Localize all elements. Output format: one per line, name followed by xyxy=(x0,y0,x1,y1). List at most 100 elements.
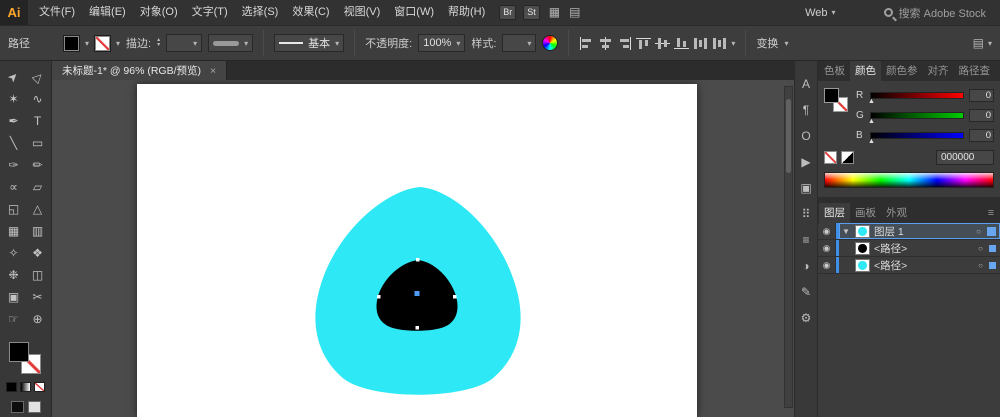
color-spectrum-bar[interactable] xyxy=(824,172,994,188)
none-swatch[interactable] xyxy=(824,151,837,164)
panel-menu-icon[interactable]: ≡ xyxy=(983,207,999,219)
menu-object[interactable]: 对象(O) xyxy=(133,0,185,25)
red-slider[interactable]: ▲ xyxy=(868,92,964,105)
style-dropdown[interactable]: ▾ xyxy=(502,34,537,52)
line-segment-tool[interactable]: ╲ xyxy=(2,132,26,154)
stroke-color-swatch[interactable] xyxy=(94,34,112,52)
menu-type[interactable]: 文字(T) xyxy=(185,0,235,25)
opentype-panel-icon[interactable]: O xyxy=(794,123,818,149)
arrange-documents-icon[interactable]: ▦ xyxy=(549,0,560,25)
fill-color-swatch[interactable] xyxy=(63,34,80,52)
align-horizontal-center-icon[interactable] xyxy=(598,36,613,50)
target-circle-icon[interactable]: ○ xyxy=(976,227,981,236)
direct-selection-tool[interactable]: ▷ xyxy=(26,66,50,88)
layer-row-layer1[interactable]: ◉ ▼ 图层 1 ○ xyxy=(818,223,1000,240)
eyedropper-tool[interactable]: ✧ xyxy=(2,242,26,264)
anchor-point-right[interactable] xyxy=(453,295,457,299)
free-transform-tool[interactable]: ▱ xyxy=(26,176,50,198)
slice-tool[interactable]: ✂ xyxy=(26,286,50,308)
rectangle-tool[interactable]: ▭ xyxy=(26,132,50,154)
tab-color-guide[interactable]: 颜色参 xyxy=(881,61,923,81)
fill-swatch[interactable] xyxy=(8,342,29,362)
layer-row-content[interactable]: <路径> ○ xyxy=(839,240,1000,256)
green-slider[interactable]: ▲ xyxy=(868,112,964,125)
none-button[interactable] xyxy=(34,382,45,392)
transparency-panel-icon[interactable]: ◑ xyxy=(794,253,818,279)
width-profile-dropdown[interactable]: ▾ xyxy=(208,34,254,52)
align-vertical-center-icon[interactable] xyxy=(655,37,671,50)
black-white-swatch[interactable] xyxy=(841,151,854,164)
paintbrush-tool[interactable]: ✑ xyxy=(2,154,26,176)
stock-button[interactable]: St xyxy=(523,5,540,20)
distribute-horizontal-icon[interactable] xyxy=(693,37,708,50)
fill-chevron-icon[interactable]: ▾ xyxy=(85,39,89,48)
align-left-icon[interactable] xyxy=(579,36,594,50)
pen-tool[interactable]: ✒ xyxy=(2,110,26,132)
fill-swatch[interactable] xyxy=(824,88,839,103)
align-options-chevron-icon[interactable]: ▾ xyxy=(731,39,735,48)
actions-panel-icon[interactable]: ▶ xyxy=(794,149,818,175)
blend-tool[interactable]: ❖ xyxy=(26,242,50,264)
tab-align[interactable]: 对齐 xyxy=(923,61,954,81)
anchor-point-top[interactable] xyxy=(416,258,420,262)
scrollbar-thumb[interactable] xyxy=(786,99,791,173)
align-bottom-icon[interactable] xyxy=(674,37,690,50)
target-circle-icon[interactable]: ○ xyxy=(978,261,983,270)
panel-options-icon[interactable]: ▤ xyxy=(973,31,984,56)
lasso-tool[interactable]: ∿ xyxy=(26,88,50,110)
layer-name[interactable]: 图层 1 xyxy=(874,224,972,239)
align-panel-icon[interactable]: ≡ xyxy=(794,227,818,253)
tab-swatches[interactable]: 色板 xyxy=(819,61,850,81)
recolor-artwork-icon[interactable] xyxy=(542,35,559,51)
width-tool[interactable]: ∝ xyxy=(2,176,26,198)
hand-tool[interactable]: ☞ xyxy=(2,308,26,330)
tab-appearance[interactable]: 外观 xyxy=(881,203,912,223)
anchor-point-left[interactable] xyxy=(377,295,381,299)
workspace-switcher[interactable]: Web ▾ xyxy=(805,7,835,19)
opacity-dropdown[interactable]: 100% ▾ xyxy=(418,34,466,52)
tab-pathfinder[interactable]: 路径查 xyxy=(954,61,996,81)
menu-file[interactable]: 文件(F) xyxy=(32,0,82,25)
brush-definition-dropdown[interactable]: 基本 ▾ xyxy=(274,34,345,52)
visibility-eye-icon[interactable]: ◉ xyxy=(818,240,836,256)
magic-wand-tool[interactable]: ✶ xyxy=(2,88,26,110)
slider-marker-icon[interactable]: ▲ xyxy=(868,98,875,105)
close-icon[interactable]: × xyxy=(995,65,1000,77)
gradient-button[interactable] xyxy=(20,382,31,392)
zoom-tool[interactable]: ⊕ xyxy=(26,308,50,330)
spin-down-icon[interactable]: ▾ xyxy=(157,42,160,48)
layer-row-path-cyan[interactable]: ◉ <路径> ○ xyxy=(818,257,1000,274)
symbol-sprayer-tool[interactable]: ❉ xyxy=(2,264,26,286)
layer-row-path-black[interactable]: ◉ <路径> ○ xyxy=(818,240,1000,257)
selection-chip[interactable] xyxy=(989,244,996,252)
green-value-field[interactable]: 0 xyxy=(969,109,994,122)
visibility-eye-icon[interactable]: ◉ xyxy=(818,223,836,239)
layer-row-content[interactable]: <路径> ○ xyxy=(839,257,1000,273)
hex-value-field[interactable]: 000000 xyxy=(936,150,994,165)
close-icon[interactable]: × xyxy=(210,65,216,77)
color-button[interactable] xyxy=(6,382,17,392)
stroke-chevron-icon[interactable]: ▾ xyxy=(116,39,120,48)
graphic-styles-panel-icon[interactable]: ⚙ xyxy=(794,305,818,331)
layer-row-content[interactable]: ▼ 图层 1 ○ xyxy=(839,223,1000,239)
align-right-icon[interactable] xyxy=(617,36,632,50)
menu-view[interactable]: 视图(V) xyxy=(337,0,388,25)
menu-window[interactable]: 窗口(W) xyxy=(387,0,441,25)
red-value-field[interactable]: 0 xyxy=(969,89,994,102)
transform-panel-icon[interactable]: ⠿ xyxy=(794,201,818,227)
slider-marker-icon[interactable]: ▲ xyxy=(868,138,875,145)
menu-help[interactable]: 帮助(H) xyxy=(441,0,492,25)
tab-layers[interactable]: 图层 xyxy=(819,203,850,223)
artboard-tool[interactable]: ▣ xyxy=(2,286,26,308)
path-name[interactable]: <路径> xyxy=(874,241,974,256)
stroke-weight-dropdown[interactable]: ▾ xyxy=(166,34,203,52)
menu-select[interactable]: 选择(S) xyxy=(235,0,286,25)
stroke-weight-stepper[interactable]: ▴ ▾ xyxy=(157,37,160,48)
document-layout-icon[interactable]: ▤ xyxy=(569,0,580,25)
align-top-icon[interactable] xyxy=(636,37,652,50)
tab-artboards[interactable]: 画板 xyxy=(850,203,881,223)
column-graph-tool[interactable]: ◫ xyxy=(26,264,50,286)
vertical-scrollbar[interactable] xyxy=(784,86,793,408)
gradient-tool[interactable]: ▥ xyxy=(26,220,50,242)
mesh-tool[interactable]: ▦ xyxy=(2,220,26,242)
